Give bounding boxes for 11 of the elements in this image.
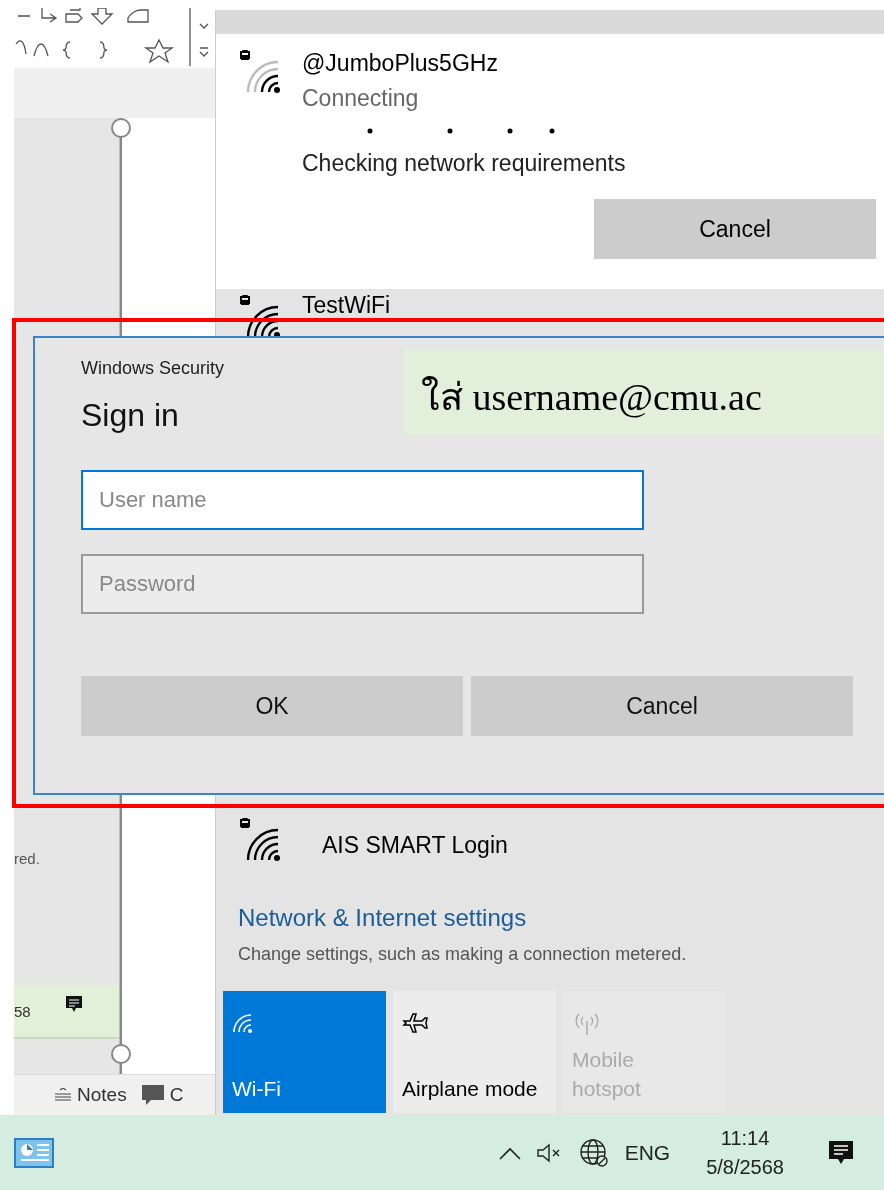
settings-hint: Change settings, such as making a connection metered.: [238, 944, 687, 965]
slide-text: red.: [14, 850, 40, 867]
dialog-app-title: Windows Security: [81, 358, 225, 379]
slide-number: 58: [14, 1002, 31, 1020]
network-name: AIS SMART Login: [322, 832, 509, 859]
dialog-title: Sign in: [81, 397, 179, 434]
progress-text: Checking network requirements: [302, 150, 627, 177]
connection-status: Connecting: [302, 85, 420, 112]
network-name: TestWiFi: [302, 295, 392, 315]
network-name: @JumboPlus5GHz: [302, 50, 499, 77]
annotation-note: ใส่ username@cmu.ac: [403, 350, 884, 435]
